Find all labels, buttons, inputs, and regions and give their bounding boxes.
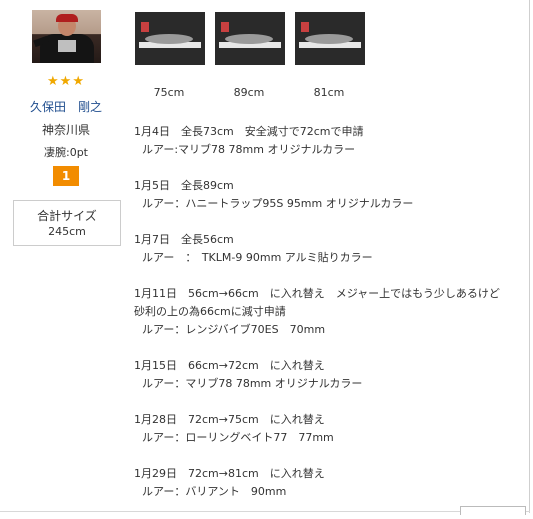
entry-lure: ルアー：マリブ78 78mm オリジナルカラー [142,377,363,390]
catch-photo-1[interactable] [135,12,205,65]
entry-lure: ルアー ： TKLM-9 90mm アルミ貼りカラー [142,251,373,264]
rank-badge: 1 [53,166,79,186]
photo-size-label: 81cm [313,86,345,99]
log-entry: 1月4日 全長73cm 安全減寸で72cmで申請 ルアー:マリブ78 78mm … [134,123,529,159]
angler-name[interactable]: 久保田 剛之 [10,98,122,115]
entry-text: 1月28日 72cm→75cm に入れ替え [134,413,325,426]
entry-lure: ルアー:マリブ78 78mm オリジナルカラー [142,143,356,156]
log-entry: 1月15日 66cm→72cm に入れ替え ルアー：マリブ78 78mm オリジ… [134,357,529,393]
entry-lure: ルアー：バリアント 90mm [142,485,287,498]
skill-points: 凄腕:0pt [44,146,88,159]
catch-log: 1月4日 全長73cm 安全減寸で72cmで申請 ルアー:マリブ78 78mm … [134,123,529,519]
entry-text: 1月7日 全長56cm [134,233,234,246]
rating-stars: ★★★ [47,74,85,89]
log-entry: 1月7日 全長56cm ルアー ： TKLM-9 90mm アルミ貼りカラー [134,231,529,267]
total-size-label: 合計サイズ [37,209,97,223]
log-entry: 1月29日 72cm→81cm に入れ替え ルアー：バリアント 90mm [134,465,529,501]
entry-text: 1月15日 66cm→72cm に入れ替え [134,359,325,372]
total-size-box: 合計サイズ 245cm [13,200,121,246]
entry-text: 1月4日 全長73cm 安全減寸で72cmで申請 [134,125,364,138]
entry-text: 1月29日 72cm→81cm に入れ替え [134,467,325,480]
entry-text: 砂利の上の為66cmに減寸申請 [134,305,286,318]
photo-size-label: 89cm [233,86,265,99]
prefecture: 神奈川県 [41,123,90,137]
entry-text: 1月5日 全長89cm [134,179,234,192]
frame-right-border [529,0,530,513]
photo-size-label: 75cm [153,86,185,99]
entry-lure: ルアー：ローリングベイト77 77mm [142,431,334,444]
catch-photo-3[interactable] [295,12,365,65]
log-entry: 1月28日 72cm→75cm に入れ替え ルアー：ローリングベイト77 77m… [134,411,529,447]
entry-text: 1月11日 56cm→66cm に入れ替え メジャー上ではもう少しあるけど [134,287,500,300]
log-entry: 1月11日 56cm→66cm に入れ替え メジャー上ではもう少しあるけど 砂利… [134,285,529,339]
total-size-value: 245cm [48,225,86,238]
entry-lure: ルアー：ハニートラップ95S 95mm オリジナルカラー [142,197,414,210]
avatar[interactable] [32,10,101,63]
catch-photo-2[interactable] [215,12,285,65]
entry-lure: ルアー：レンジバイブ70ES 70mm [142,323,326,336]
log-entry: 1月5日 全長89cm ルアー：ハニートラップ95S 95mm オリジナルカラー [134,177,529,213]
